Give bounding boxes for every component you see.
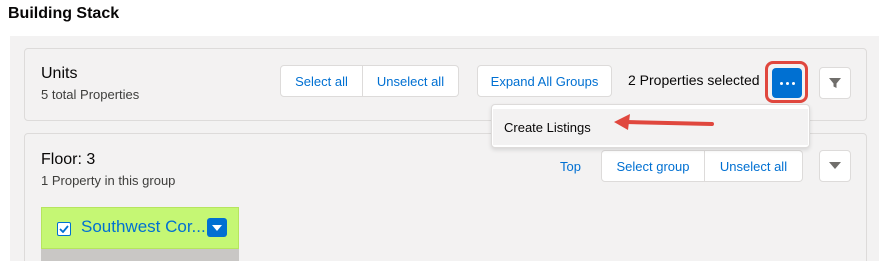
- group-selection-button-group: Select group Unselect all: [601, 150, 803, 182]
- selection-button-group: Select all Unselect all: [280, 65, 459, 97]
- unit-checkbox[interactable]: [57, 222, 71, 236]
- unit-tile-body: [41, 249, 239, 261]
- unit-actions-button[interactable]: [207, 218, 227, 237]
- chevron-down-icon: [212, 224, 222, 231]
- select-all-button[interactable]: Select all: [280, 65, 363, 97]
- floor-heading: Floor: 3: [41, 151, 96, 168]
- filter-icon: [829, 78, 841, 88]
- expand-all-groups-button[interactable]: Expand All Groups: [477, 65, 612, 97]
- checkmark-icon: [59, 225, 69, 233]
- unselect-all-button[interactable]: Unselect all: [363, 65, 459, 97]
- unselect-all-group-button[interactable]: Unselect all: [705, 150, 803, 182]
- units-subtext: 5 total Properties: [41, 87, 140, 102]
- units-heading: Units: [41, 65, 78, 82]
- ellipsis-icon: [779, 81, 795, 85]
- more-actions-button[interactable]: [772, 68, 802, 98]
- unit-tile[interactable]: Southwest Cor...: [41, 207, 239, 249]
- filter-button[interactable]: [819, 67, 851, 99]
- page-title: Building Stack: [8, 5, 120, 22]
- more-actions-highlight: [765, 61, 808, 103]
- floor-subtext: 1 Property in this group: [41, 173, 176, 188]
- selected-count: 2 Properties selected: [628, 72, 760, 88]
- chevron-down-icon: [829, 162, 841, 169]
- select-group-button[interactable]: Select group: [601, 150, 705, 182]
- annotation-arrow: [614, 114, 714, 130]
- top-link[interactable]: Top: [548, 150, 593, 182]
- floor-toggle-button[interactable]: [819, 150, 851, 182]
- unit-title[interactable]: Southwest Cor...: [81, 217, 206, 237]
